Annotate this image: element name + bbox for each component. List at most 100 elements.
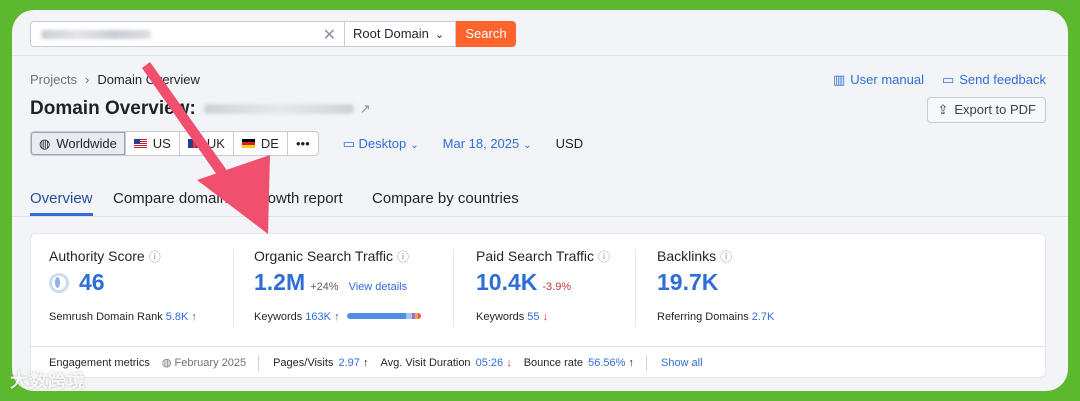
tab-overview[interactable]: Overview xyxy=(30,190,93,216)
device-label: Desktop xyxy=(358,135,407,151)
breadcrumb-current: Domain Overview xyxy=(97,72,200,87)
referring-domains-label: Referring Domains xyxy=(657,311,749,323)
authority-score-value: 46 xyxy=(79,269,105,295)
organic-keywords-label: Keywords xyxy=(254,311,303,323)
page-title: Domain Overview: xyxy=(30,98,196,119)
geo-us-label: US xyxy=(152,136,171,151)
organic-traffic-value[interactable]: 1.2M xyxy=(254,269,305,295)
paid-traffic-metric: Paid Search Traffic ⓘ 10.4K -3.9% Keywords… xyxy=(476,234,646,334)
watermark-logo: 大数跨境 xyxy=(10,371,86,391)
backlinks-title: Backlinks xyxy=(657,248,717,264)
info-icon[interactable]: ⓘ xyxy=(720,250,732,264)
paid-traffic-label: Paid Search Traffic ⓘ xyxy=(476,248,610,265)
flag-uk-icon xyxy=(187,139,201,148)
geo-worldwide[interactable]: ◍ Worldwide xyxy=(31,132,126,155)
geo-uk[interactable]: UK xyxy=(180,132,234,155)
bounce-rate-label: Bounce rate xyxy=(523,356,584,369)
paid-traffic-value-row: 10.4K -3.9% xyxy=(476,269,571,296)
currency-label: USD xyxy=(555,136,584,151)
clear-icon[interactable]: ✕ xyxy=(323,25,336,45)
flag-us-icon xyxy=(133,139,147,148)
domain-rank-value[interactable]: 5.8K xyxy=(166,311,189,323)
arrow-up-icon: ↑ xyxy=(334,311,340,323)
geo-de[interactable]: DE xyxy=(234,132,288,155)
geo-us[interactable]: US xyxy=(126,132,180,155)
info-icon[interactable]: ⓘ xyxy=(149,250,161,264)
tab-growth-report[interactable]: Growth report xyxy=(251,190,343,207)
domain-search-input[interactable]: ✕ xyxy=(30,21,344,47)
tab-compare-domains[interactable]: Compare domains xyxy=(113,190,236,207)
search-button[interactable]: Search xyxy=(456,21,516,47)
organic-traffic-delta: +24% xyxy=(310,281,339,293)
arrow-up-icon: ↑ xyxy=(362,356,369,369)
backlinks-metric: Backlinks ⓘ 19.7K Referring Domains 2.7K xyxy=(657,234,857,334)
geo-more[interactable]: ••• xyxy=(288,132,318,155)
breadcrumb-projects[interactable]: Projects xyxy=(30,72,77,87)
flag-de-icon xyxy=(241,139,255,148)
info-icon[interactable]: ⓘ xyxy=(598,250,610,264)
visit-duration-value: 05:26 xyxy=(475,356,504,369)
divider xyxy=(258,354,260,371)
engagement-metrics-row: Engagement metrics ◍ February 2025 Pages… xyxy=(31,346,1045,378)
desktop-icon: ▭ xyxy=(342,135,359,151)
engagement-period-label: February 2025 xyxy=(174,357,247,369)
arrow-up-icon: ↑ xyxy=(628,356,634,369)
export-pdf-button[interactable]: ⇪ Export to PDF xyxy=(927,97,1046,123)
pages-visits-value: 2.97 xyxy=(338,356,360,369)
authority-score-value-row: 46 xyxy=(49,269,105,296)
paid-keywords-value[interactable]: 55 xyxy=(527,311,539,323)
chevron-right-icon: › xyxy=(84,72,90,87)
paid-traffic-value[interactable]: 10.4K xyxy=(476,269,537,295)
view-details-link[interactable]: View details xyxy=(349,281,408,293)
domain-type-select[interactable]: Root Domain ⌄ xyxy=(344,21,456,47)
geo-uk-label: UK xyxy=(206,136,225,151)
user-manual-link[interactable]: ▥ User manual xyxy=(833,72,924,88)
metrics-card: Authority Score ⓘ 46 Semrush Domain Rank 5… xyxy=(30,233,1046,378)
info-icon[interactable]: ⓘ xyxy=(397,250,409,264)
pages-visits-metric: Pages/Visits 2.97 ↑ xyxy=(273,357,368,369)
send-feedback-link[interactable]: ▭ Send feedback xyxy=(942,72,1046,88)
arrow-up-icon: ↑ xyxy=(191,311,197,323)
referring-domains-row: Referring Domains 2.7K xyxy=(657,311,774,323)
organic-traffic-label: Organic Search Traffic ⓘ xyxy=(254,248,409,265)
backlinks-label: Backlinks ⓘ xyxy=(657,248,732,265)
backlinks-value[interactable]: 19.7K xyxy=(657,269,718,295)
book-icon: ▥ xyxy=(832,72,846,87)
title-row: Domain Overview: ↗ xyxy=(30,98,371,120)
search-group: ✕ Root Domain ⌄ Search xyxy=(30,21,516,47)
divider xyxy=(453,249,454,327)
paid-traffic-title: Paid Search Traffic xyxy=(476,248,595,264)
bounce-rate-metric: Bounce rate 56.56% ↑ xyxy=(524,357,634,369)
show-all-link[interactable]: Show all xyxy=(661,357,703,369)
engagement-period: ◍ February 2025 xyxy=(162,356,246,369)
paid-keywords-label: Keywords xyxy=(476,311,525,323)
date-label: Mar 18, 2025 xyxy=(442,136,520,151)
device-select[interactable]: ▭ Desktop ⌄ xyxy=(343,136,419,152)
divider xyxy=(645,354,647,371)
chat-icon: ▭ xyxy=(941,72,955,87)
geo-selector: ◍ Worldwide US UK DE ••• xyxy=(30,131,319,156)
tab-compare-by-countries[interactable]: Compare by countries xyxy=(372,190,519,207)
backlinks-value-row: 19.7K xyxy=(657,269,718,296)
upload-icon: ⇪ xyxy=(937,102,949,117)
authority-score-metric: Authority Score ⓘ 46 Semrush Domain Rank 5… xyxy=(49,234,239,334)
chevron-down-icon: ⌄ xyxy=(434,29,445,41)
chevron-down-icon: ⌄ xyxy=(410,139,419,151)
organic-keywords-value[interactable]: 163K xyxy=(305,311,331,323)
blurred-domain-text xyxy=(41,30,151,39)
globe-icon: ◍ xyxy=(39,136,51,151)
tab-bar: Overview Compare domains Growth report C… xyxy=(12,186,1068,217)
paid-keywords-row: Keywords 55 ↓ xyxy=(476,311,548,323)
user-manual-label: User manual xyxy=(850,72,924,87)
referring-domains-value[interactable]: 2.7K xyxy=(752,311,775,323)
breadcrumb: Projects › Domain Overview xyxy=(30,72,200,87)
organic-traffic-value-row: 1.2M +24% View details xyxy=(254,269,407,296)
external-link-icon[interactable]: ↗ xyxy=(360,101,371,117)
domain-rank-row: Semrush Domain Rank 5.8K ↑ xyxy=(49,311,197,323)
domain-rank-label: Semrush Domain Rank xyxy=(49,311,163,323)
bounce-rate-value: 56.56% xyxy=(588,356,626,369)
globe-icon: ◍ xyxy=(161,357,175,369)
paid-traffic-delta: -3.9% xyxy=(542,281,572,293)
date-select[interactable]: Mar 18, 2025 ⌄ xyxy=(443,136,532,151)
search-bar: ✕ Root Domain ⌄ Search xyxy=(12,10,1068,56)
